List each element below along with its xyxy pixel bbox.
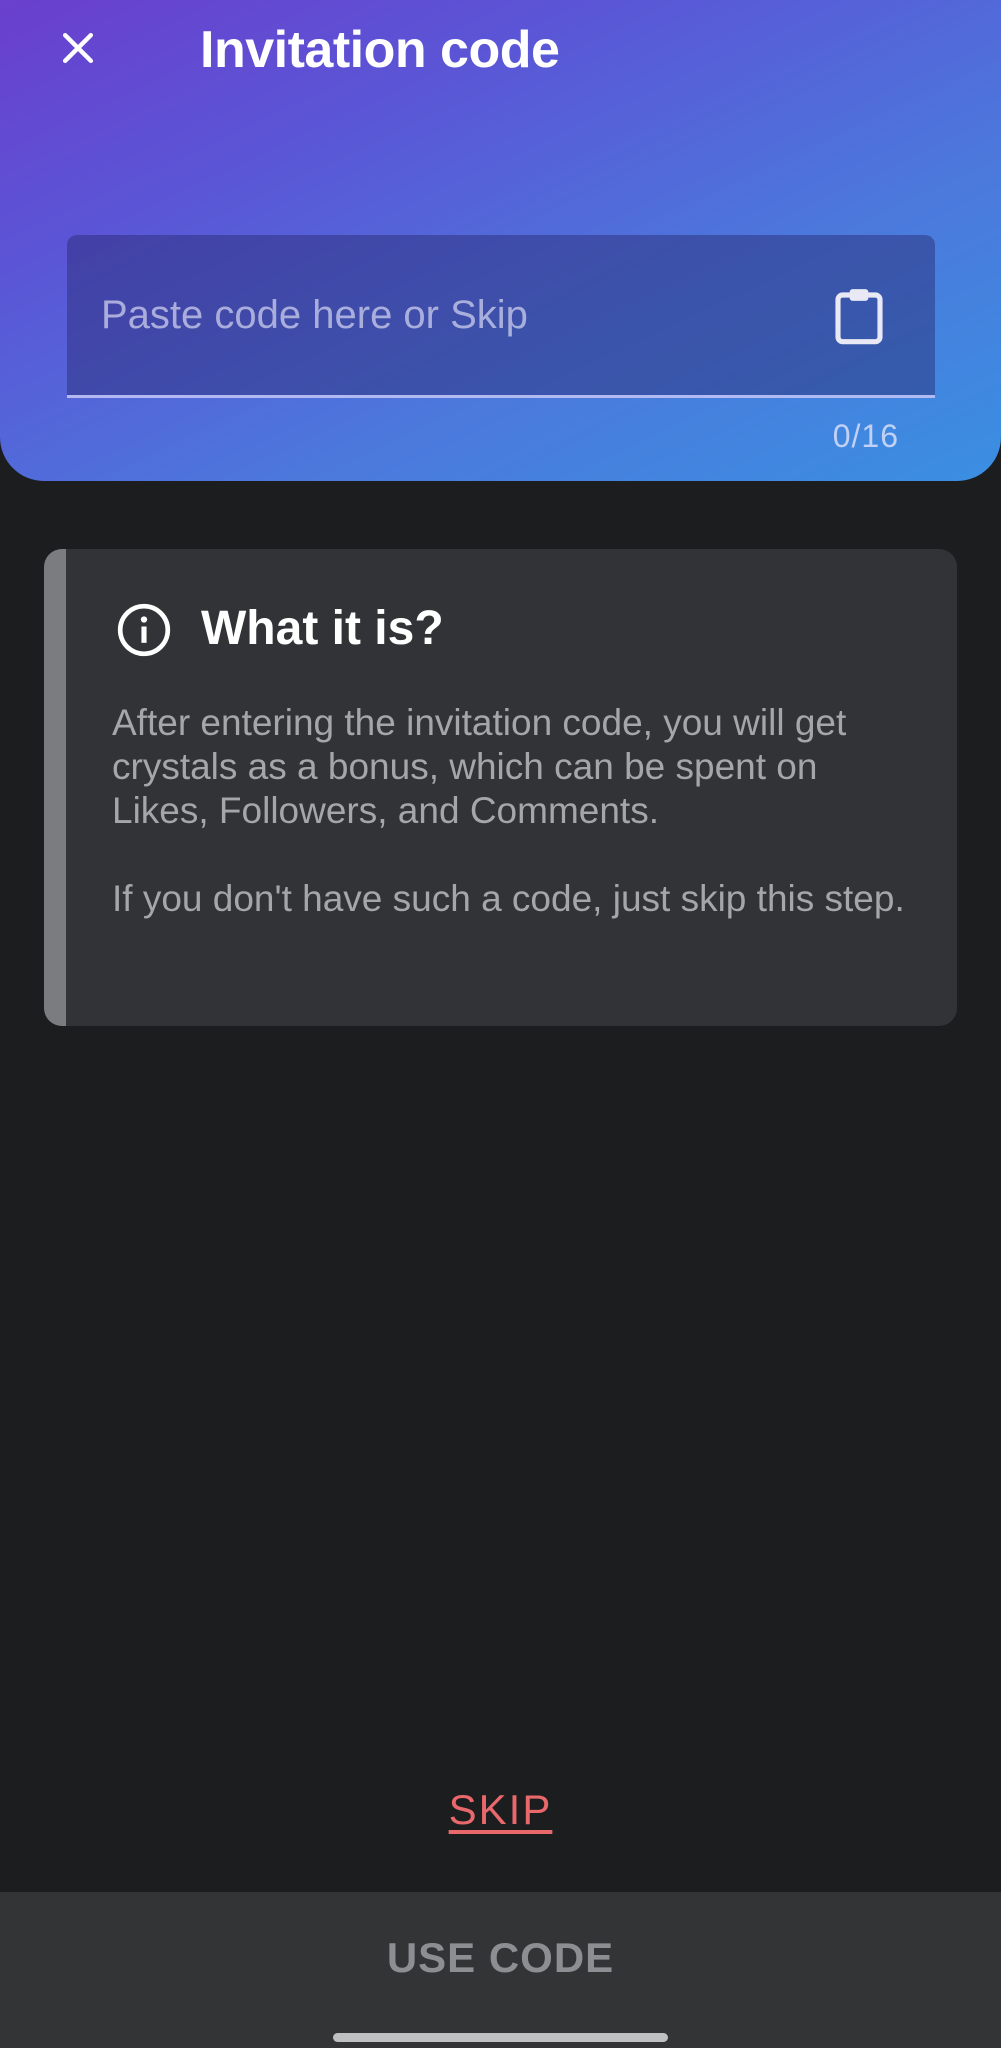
close-icon: [62, 32, 94, 64]
info-paragraph-bonus: After entering the invitation code, you …: [112, 702, 847, 831]
page-title: Invitation code: [200, 21, 560, 79]
info-card: What it is? After entering the invitatio…: [44, 549, 957, 1026]
info-card-accent-bar: [44, 549, 66, 1026]
character-counter: 0/16: [832, 418, 899, 454]
info-card-title: What it is?: [201, 602, 444, 655]
clipboard-icon: [835, 289, 883, 345]
skip-link[interactable]: SKIP: [0, 1786, 1001, 1834]
use-code-button[interactable]: USE CODE: [0, 1892, 1001, 2048]
info-card-text: After entering the invitation code, you …: [112, 701, 912, 921]
info-paragraph-skip: If you don't have such a code, just skip…: [112, 878, 905, 919]
close-button[interactable]: [42, 12, 114, 84]
info-icon: [117, 603, 171, 657]
invitation-code-screen: Invitation code 0/16 What it is? After e…: [0, 0, 1001, 2048]
invitation-code-input[interactable]: [101, 235, 801, 395]
header-panel: Invitation code 0/16: [0, 0, 1001, 481]
paste-button[interactable]: [823, 280, 895, 352]
use-code-label: USE CODE: [386, 1934, 615, 1981]
home-indicator[interactable]: [333, 2033, 668, 2042]
invitation-code-field[interactable]: [67, 235, 935, 398]
